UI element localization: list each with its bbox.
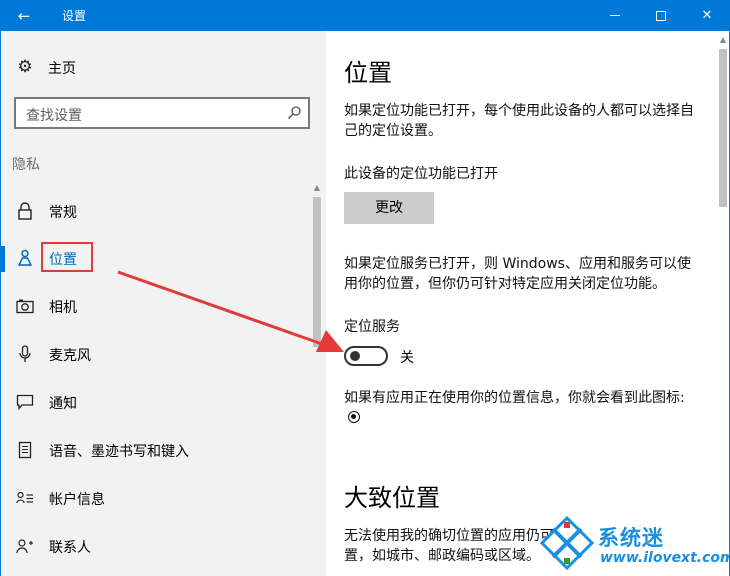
- search-placeholder: 查找设置: [26, 108, 82, 124]
- search-input[interactable]: 查找设置: [14, 97, 310, 129]
- close-icon: ✕: [701, 8, 713, 23]
- icon-note-text: 如果有应用正在使用你的位置信息，你就会看到此图标:: [344, 388, 694, 428]
- change-button[interactable]: 更改: [344, 192, 434, 224]
- minimize-icon: [610, 15, 620, 16]
- lock-icon: [14, 201, 36, 221]
- microphone-icon: [14, 344, 36, 364]
- maximize-icon: [656, 10, 666, 21]
- sidebar-item-contacts[interactable]: 联系人: [1, 528, 309, 564]
- scrollbar-thumb[interactable]: [313, 197, 321, 347]
- sidebar-item-label: 通知: [49, 396, 77, 412]
- sidebar-item-location[interactable]: 位置: [1, 240, 309, 276]
- sidebar-item-microphone[interactable]: 麦克风: [1, 336, 309, 372]
- notification-icon: [14, 392, 36, 412]
- minimize-button[interactable]: [592, 0, 638, 31]
- selection-indicator: [1, 246, 5, 272]
- sidebar: ⚙ 主页 查找设置 隐私 常规 位置 相机 麦克风 通知 语音、墨迹书写和键入 …: [1, 31, 326, 576]
- sidebar-item-account-info[interactable]: 帐户信息: [1, 480, 309, 516]
- sidebar-item-label: 联系人: [49, 540, 91, 556]
- account-info-icon: [14, 488, 36, 508]
- maximize-button[interactable]: [638, 0, 684, 31]
- camera-icon: [14, 296, 36, 316]
- location-service-toggle[interactable]: [344, 346, 388, 366]
- home-label: 主页: [48, 61, 76, 77]
- contacts-icon: [14, 536, 36, 556]
- watermark-url: www.ilovext.com: [600, 550, 730, 566]
- scrollbar-thumb[interactable]: [719, 49, 727, 207]
- home-nav-item[interactable]: ⚙ 主页: [1, 51, 321, 83]
- scroll-up-icon[interactable]: ▲: [718, 35, 728, 44]
- sidebar-item-label: 帐户信息: [49, 492, 105, 508]
- watermark-text: 系统迷: [598, 526, 664, 550]
- main-content: 位置 如果定位功能已打开，每个使用此设备的人都可以选择自己的定位设置。 此设备的…: [326, 31, 729, 576]
- scroll-up-icon[interactable]: ▲: [312, 183, 322, 195]
- service-description: 如果定位服务已打开，则 Windows、应用和服务可以使用你的位置，但你仍可针对…: [344, 256, 691, 292]
- intro-text: 如果定位功能已打开，每个使用此设备的人都可以选择自己的定位设置。: [344, 103, 694, 139]
- speech-document-icon: [14, 440, 36, 460]
- toggle-state-label: 关: [400, 350, 414, 366]
- title-bar: ← 设置 ✕: [0, 0, 730, 31]
- section-title: 隐私: [12, 157, 40, 173]
- window-title: 设置: [62, 9, 87, 23]
- sidebar-item-label: 语音、墨迹书写和键入: [49, 444, 189, 460]
- device-status-text: 此设备的定位功能已打开: [344, 166, 498, 182]
- search-icon: [287, 106, 301, 120]
- toggle-knob: [350, 351, 360, 361]
- sidebar-item-label: 常规: [49, 205, 77, 221]
- icon-note-label: 如果有应用正在使用你的位置信息，你就会看到此图标:: [344, 390, 685, 406]
- sidebar-item-label: 位置: [49, 252, 77, 268]
- close-button[interactable]: ✕: [684, 0, 730, 31]
- watermark-logo-icon: [539, 515, 595, 571]
- approx-location-title: 大致位置: [344, 484, 440, 512]
- sidebar-scrollbar[interactable]: ▲: [311, 183, 323, 576]
- back-arrow-icon[interactable]: ←: [0, 0, 48, 31]
- service-label: 定位服务: [344, 319, 400, 335]
- gear-icon: ⚙: [17, 57, 33, 77]
- watermark: 系统迷 www.ilovext.com: [538, 514, 730, 572]
- location-indicator-icon: [348, 411, 360, 423]
- sidebar-item-speech[interactable]: 语音、墨迹书写和键入: [1, 432, 309, 468]
- sidebar-item-camera[interactable]: 相机: [1, 288, 309, 324]
- sidebar-item-general[interactable]: 常规: [1, 193, 309, 229]
- sidebar-item-label: 相机: [49, 300, 77, 316]
- sidebar-item-label: 麦克风: [49, 348, 91, 364]
- location-person-icon: [14, 248, 36, 268]
- sidebar-item-notifications[interactable]: 通知: [1, 384, 309, 420]
- page-title: 位置: [344, 59, 392, 87]
- main-scrollbar[interactable]: ▲: [716, 31, 729, 576]
